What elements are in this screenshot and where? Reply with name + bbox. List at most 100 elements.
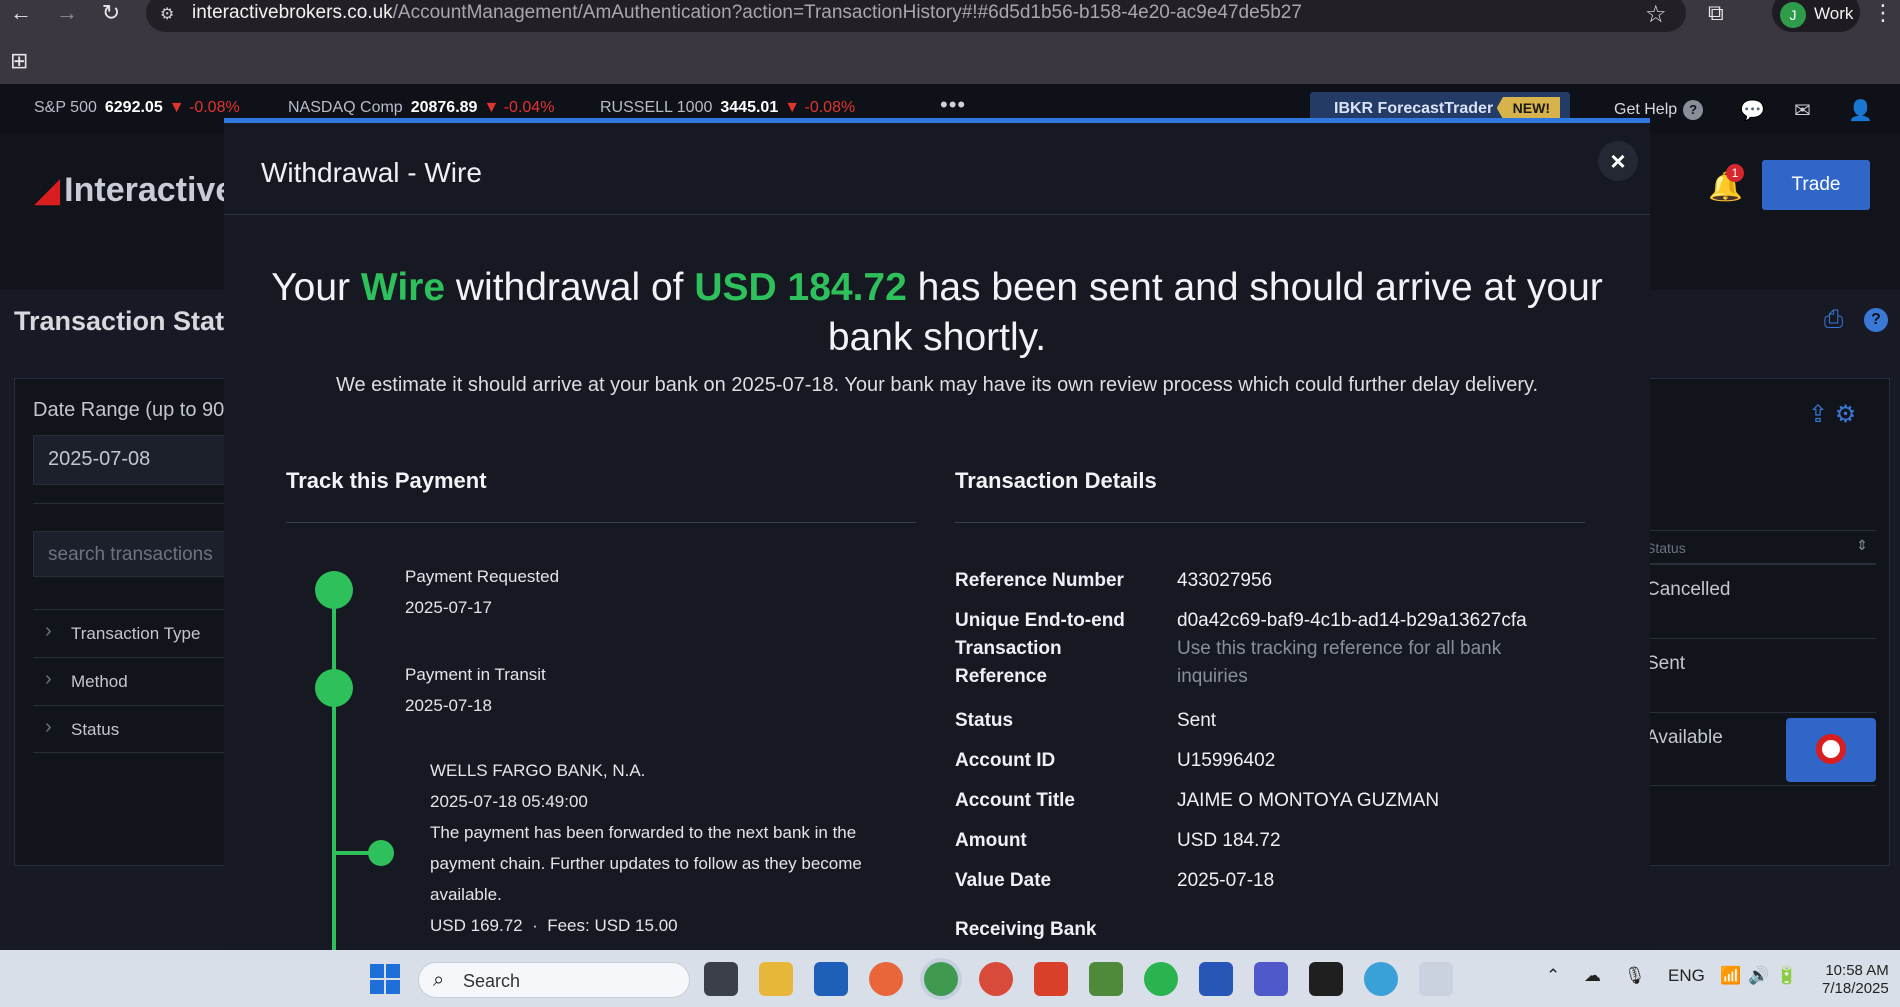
mail-icon[interactable]: ✉ — [1794, 98, 1811, 123]
browser-chrome: ← → ↻ ⚙ interactivebrokers.co.uk/Account… — [0, 0, 1900, 84]
tray-chevron-icon[interactable]: ⌃ — [1546, 966, 1560, 986]
bank-update: WELLS FARGO BANK, N.A. 2025-07-18 05:49:… — [430, 755, 900, 941]
export-icon[interactable]: ⇪ — [1808, 401, 1828, 428]
update-amount-row: USD 169.72 · Fees: USD 15.00 — [430, 916, 678, 935]
update-time: 2025-07-18 05:49:00 — [430, 792, 588, 811]
amount-value: USD 184.72 — [1177, 830, 1281, 851]
start-windows-icon[interactable] — [370, 964, 400, 994]
e2e-reference-hint: Use this tracking reference for all bank… — [1177, 638, 1502, 687]
volume-icon[interactable]: 🔊 — [1748, 966, 1769, 986]
app-icon[interactable] — [1364, 962, 1398, 996]
search-icon: ⌕ — [433, 969, 445, 991]
logo[interactable]: ◢ Interactive — [34, 170, 234, 210]
status-cell: Available — [1646, 727, 1723, 748]
timeline-line — [332, 591, 336, 950]
address-bar[interactable]: ⚙ interactivebrokers.co.uk/AccountManage… — [146, 0, 1686, 32]
taskbar-search[interactable]: ⌕ Search — [418, 962, 690, 998]
sort-icon[interactable]: ⇕ — [1856, 537, 1868, 554]
arrival-estimate: We estimate it should arrive at your ban… — [335, 374, 1539, 396]
receiving-bank-label: Receiving Bank — [955, 919, 1097, 940]
trade-button[interactable]: Trade — [1762, 160, 1870, 210]
app-icon[interactable] — [1034, 962, 1068, 996]
bookmark-star-icon[interactable]: ☆ — [1645, 0, 1667, 29]
more-tickers-icon[interactable]: ••• — [940, 92, 966, 118]
account-title-label: Account Title — [955, 790, 1075, 811]
timeline-dot — [315, 571, 353, 609]
logo-mark-icon: ◢ — [34, 171, 61, 209]
modal-title: Withdrawal - Wire — [261, 157, 482, 188]
browser-menu-icon[interactable]: ⋮ — [1872, 0, 1894, 26]
ticker-item[interactable]: NASDAQ Comp 20876.89 ▼ -0.04% — [288, 99, 554, 117]
chrome-icon[interactable] — [979, 962, 1013, 996]
timeline-step: Payment in Transit 2025-07-18 — [405, 665, 546, 715]
account-title-value: JAIME O MONTOYA GUZMAN — [1177, 790, 1440, 811]
ticker-item[interactable]: RUSSELL 1000 3445.01 ▼ -0.08% — [600, 99, 855, 117]
print-icon[interactable]: ⎙ — [1824, 306, 1843, 334]
onedrive-icon[interactable]: ☁ — [1584, 966, 1601, 986]
chat-icon[interactable]: 💬 — [1740, 98, 1765, 123]
battery-icon[interactable]: 🔋 — [1776, 966, 1797, 986]
help-icon[interactable]: ? — [1864, 308, 1888, 332]
account-id-label: Account ID — [955, 750, 1056, 771]
help-icon: ? — [1683, 100, 1704, 120]
timeline-step: Payment Requested 2025-07-17 — [405, 567, 560, 617]
teams-icon[interactable] — [1254, 962, 1288, 996]
app-icon[interactable] — [1089, 962, 1123, 996]
divider — [33, 503, 253, 504]
confirmation-headline: Your Wire withdrawal of USD 184.72 has b… — [271, 266, 1603, 359]
notifications-bell-icon[interactable]: 🔔 1 — [1708, 164, 1744, 203]
reload-icon[interactable]: ↻ — [96, 0, 126, 26]
wifi-icon[interactable]: 📶 — [1720, 966, 1741, 986]
extensions-icon[interactable]: ⧉ — [1708, 0, 1724, 26]
search-input[interactable]: search transactions — [33, 531, 253, 577]
timeline-branch — [332, 851, 372, 855]
site-settings-icon[interactable]: ⚙ — [160, 4, 180, 24]
notification-badge: 1 — [1726, 164, 1744, 182]
forward-icon[interactable]: → — [52, 0, 82, 26]
chat-bot-icon — [1816, 734, 1846, 764]
user-icon[interactable]: 👤 — [1848, 98, 1873, 123]
chrome-work-icon[interactable] — [924, 962, 958, 996]
filter-transaction-type[interactable]: Transaction Type — [33, 609, 253, 657]
settings-gear-icon[interactable]: ⚙ — [1835, 401, 1857, 428]
mic-muted-icon[interactable]: 🎙 — [1624, 966, 1646, 986]
file-explorer-icon[interactable] — [759, 962, 793, 996]
table-row[interactable]: Cancelled — [1646, 564, 1876, 638]
timeline-dot-small — [368, 840, 394, 866]
modal-header: Withdrawal - Wire × — [224, 123, 1650, 215]
value-date-label: Value Date — [955, 870, 1052, 891]
terminal-icon[interactable] — [1309, 962, 1343, 996]
whatsapp-icon[interactable] — [1144, 962, 1178, 996]
url-text[interactable]: interactivebrokers.co.uk/AccountManageme… — [192, 2, 1302, 24]
word-icon[interactable] — [1199, 962, 1233, 996]
get-help-button[interactable]: Get Help? — [1614, 100, 1704, 120]
account-id-value: U15996402 — [1177, 750, 1276, 771]
ticker-item[interactable]: S&P 500 6292.05 ▼ -0.08% — [34, 99, 240, 117]
status-column-header[interactable]: Status ⇕ — [1646, 530, 1876, 564]
withdrawal-modal: Withdrawal - Wire × Your Wire withdrawal… — [224, 118, 1650, 950]
language-indicator[interactable]: ENG — [1668, 966, 1705, 986]
clock[interactable]: 10:58 AM 7/18/2025 — [1822, 962, 1889, 998]
divider — [286, 522, 916, 523]
task-view-icon[interactable] — [704, 962, 738, 996]
table-row[interactable]: Sent — [1646, 638, 1876, 712]
chat-assistant-button[interactable] — [1786, 718, 1876, 782]
reference-number-label: Reference Number — [955, 570, 1124, 591]
apps-grid-icon[interactable]: ⊞ — [10, 48, 28, 74]
status-label: Status — [955, 710, 1014, 731]
profile-label: Work — [1814, 4, 1854, 23]
value-date-value: 2025-07-18 — [1177, 870, 1275, 891]
e2e-reference: d0a42c69-baf9-4c1b-ad14-b29a13627cfa Use… — [1177, 607, 1577, 691]
filter-method[interactable]: Method — [33, 657, 253, 705]
firefox-icon[interactable] — [869, 962, 903, 996]
store-icon[interactable] — [814, 962, 848, 996]
app-icon[interactable] — [1419, 962, 1453, 996]
e2e-reference-label: Unique End-to-end Transaction Reference — [955, 610, 1125, 687]
reference-number-value: 433027956 — [1177, 570, 1273, 591]
filter-status[interactable]: Status — [33, 705, 253, 753]
back-icon[interactable]: ← — [6, 0, 36, 26]
profile-button[interactable]: J Work — [1772, 0, 1860, 32]
status-cell: Cancelled — [1646, 579, 1731, 600]
date-from-input[interactable]: 2025-07-08 — [33, 435, 253, 485]
close-button[interactable]: × — [1598, 141, 1638, 181]
